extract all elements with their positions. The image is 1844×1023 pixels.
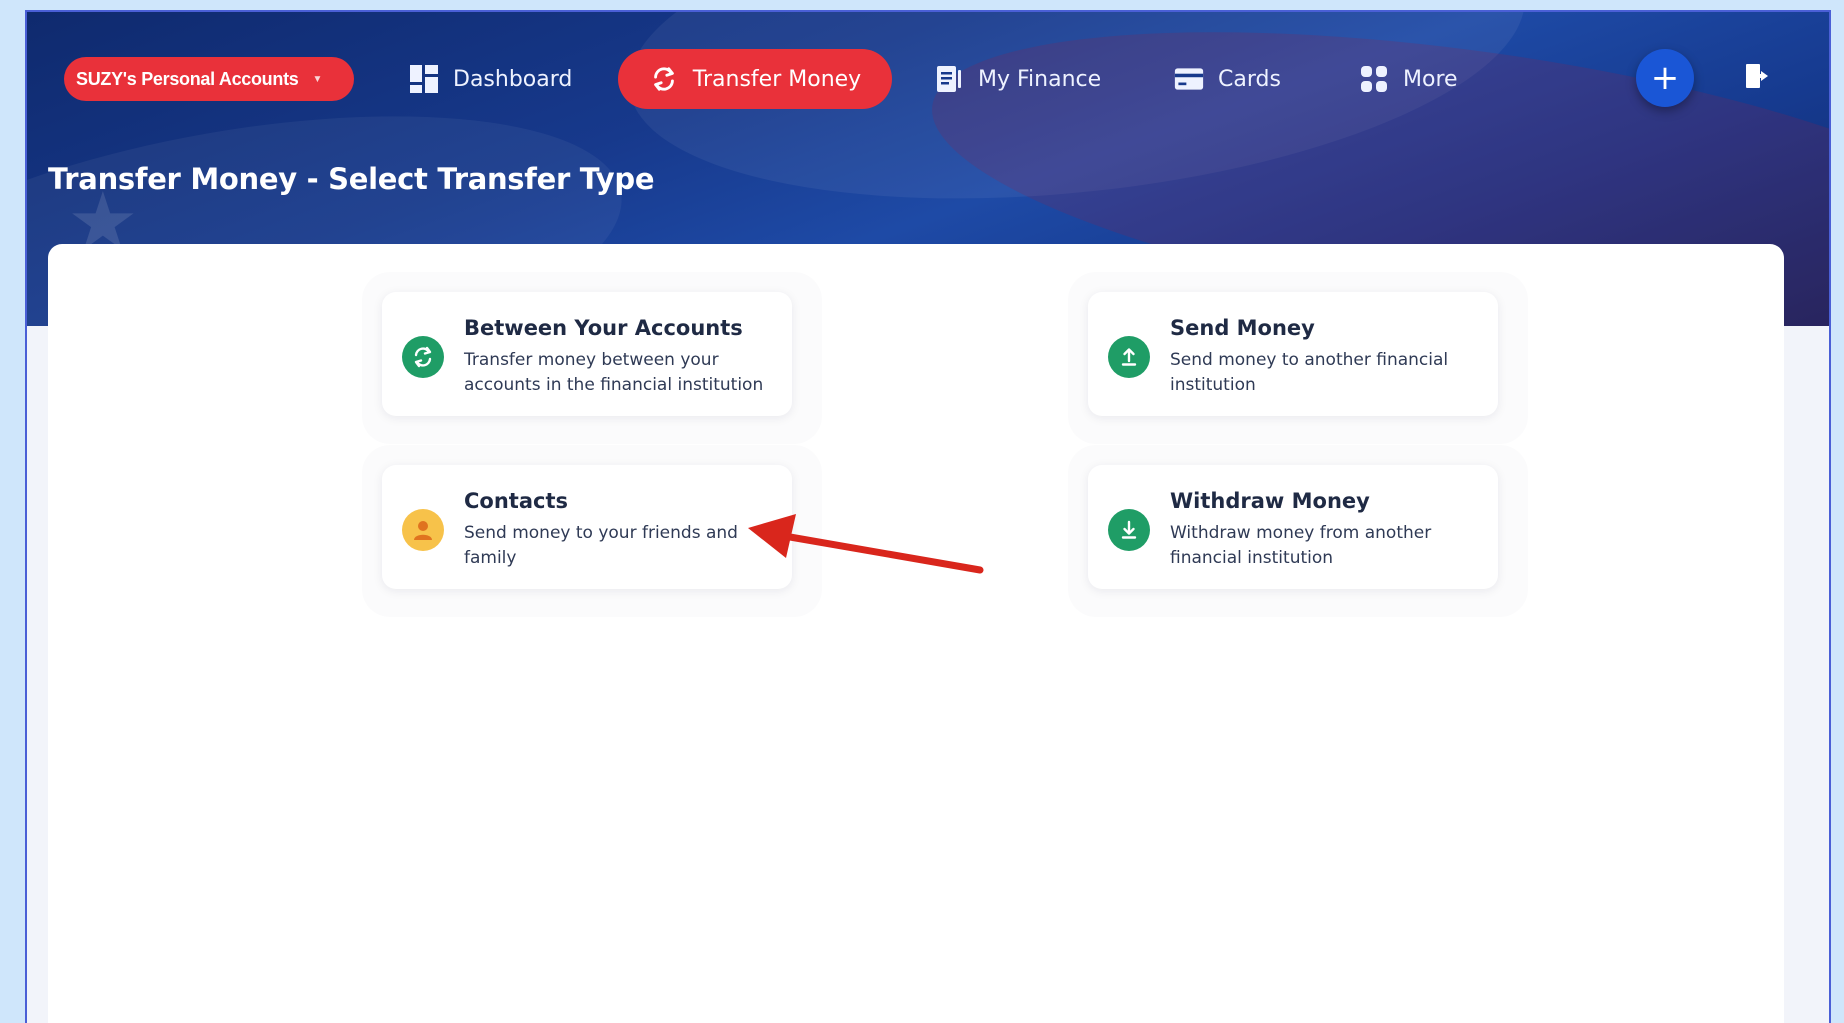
document-icon bbox=[934, 64, 964, 94]
option-between-accounts[interactable]: Between Your Accounts Transfer money bet… bbox=[382, 292, 792, 416]
plus-icon: + bbox=[1650, 58, 1680, 98]
nav-my-finance[interactable]: My Finance bbox=[934, 57, 1101, 101]
account-selector[interactable]: SUZY's Personal Accounts ▼ bbox=[64, 57, 354, 101]
upload-icon bbox=[1108, 336, 1150, 378]
add-button[interactable]: + bbox=[1636, 49, 1694, 107]
grid-dots-icon bbox=[1359, 64, 1389, 94]
transfer-arrows-icon bbox=[649, 64, 679, 94]
logout-icon bbox=[1746, 64, 1768, 88]
credit-card-icon bbox=[1174, 64, 1204, 94]
account-selector-label: SUZY's Personal Accounts bbox=[76, 68, 299, 89]
option-description: Transfer money between your accounts in … bbox=[464, 350, 764, 395]
person-icon bbox=[402, 509, 444, 551]
option-container: Between Your Accounts Transfer money bet… bbox=[362, 272, 822, 444]
option-container: Send Money Send money to another financi… bbox=[1068, 272, 1528, 444]
download-icon bbox=[1108, 509, 1150, 551]
option-description: Send money to another financial institut… bbox=[1170, 350, 1449, 395]
nav-transfer-money[interactable]: Transfer Money bbox=[618, 49, 892, 109]
transfer-type-panel: Between Your Accounts Transfer money bet… bbox=[48, 244, 1784, 1023]
option-container: Contacts Send money to your friends and … bbox=[362, 445, 822, 617]
nav-cards-label: Cards bbox=[1218, 66, 1281, 92]
nav-more-label: More bbox=[1403, 66, 1458, 92]
chevron-down-icon: ▼ bbox=[312, 73, 323, 85]
option-description: Withdraw money from another financial in… bbox=[1170, 523, 1432, 568]
page-title: Transfer Money - Select Transfer Type bbox=[48, 162, 655, 196]
option-title: Contacts bbox=[464, 489, 568, 513]
nav-my-finance-label: My Finance bbox=[978, 66, 1102, 92]
option-title: Withdraw Money bbox=[1170, 489, 1370, 513]
refresh-icon bbox=[402, 336, 444, 378]
nav-dashboard-label: Dashboard bbox=[453, 66, 573, 92]
option-container: Withdraw Money Withdraw money from anoth… bbox=[1068, 445, 1528, 617]
nav-dashboard[interactable]: Dashboard bbox=[409, 57, 572, 101]
option-contacts[interactable]: Contacts Send money to your friends and … bbox=[382, 465, 792, 589]
option-title: Send Money bbox=[1170, 316, 1315, 340]
logout-button[interactable] bbox=[1741, 60, 1773, 92]
option-withdraw-money[interactable]: Withdraw Money Withdraw money from anoth… bbox=[1088, 465, 1498, 589]
nav-transfer-money-label: Transfer Money bbox=[692, 66, 862, 92]
nav-cards[interactable]: Cards bbox=[1174, 57, 1281, 101]
option-title: Between Your Accounts bbox=[464, 316, 743, 340]
top-navbar: SUZY's Personal Accounts ▼ Dashboard Tra… bbox=[27, 40, 1829, 110]
option-send-money[interactable]: Send Money Send money to another financi… bbox=[1088, 292, 1498, 416]
option-description: Send money to your friends and family bbox=[464, 523, 738, 568]
dashboard-icon bbox=[409, 64, 439, 94]
nav-more[interactable]: More bbox=[1359, 57, 1458, 101]
app-frame: ★ SUZY's Personal Accounts ▼ Dashboard T… bbox=[25, 10, 1831, 1023]
